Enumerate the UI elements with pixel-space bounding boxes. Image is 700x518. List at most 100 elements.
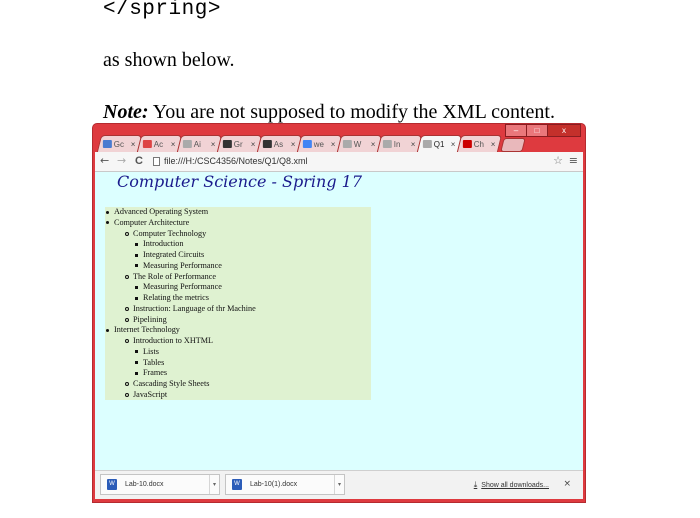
list-item-text: Lists	[143, 346, 159, 356]
browser-toolbar: ← → C file:///H:/CSC4356/Notes/Q1/Q8.xml…	[95, 152, 583, 172]
bullet-icon	[135, 350, 138, 354]
browser-tab[interactable]: Gr ×	[216, 135, 263, 152]
browser-tab[interactable]: Q1 ×	[416, 135, 463, 152]
back-button[interactable]: ←	[100, 154, 109, 168]
list-item-text: Computer Architecture	[114, 217, 190, 227]
browser-tab[interactable]: Ai ×	[176, 135, 223, 152]
address-bar[interactable]: file:///H:/CSC4356/Notes/Q1/Q8.xml	[153, 154, 568, 168]
close-tab-icon[interactable]: ×	[331, 140, 336, 149]
list-item-text: Tables	[143, 357, 165, 367]
close-tab-icon[interactable]: ×	[171, 140, 176, 149]
word-icon: W	[107, 479, 117, 490]
document-note: Note: You are not supposed to modify the…	[103, 101, 555, 124]
bullet-icon	[125, 274, 129, 279]
browser-tab[interactable]: Gc ×	[96, 135, 143, 152]
reload-button[interactable]: C	[135, 154, 143, 168]
download-item[interactable]: W Lab-10.docx ▾	[100, 474, 220, 495]
chevron-down-icon[interactable]: ▾	[209, 475, 219, 494]
list-item-text: Pipelining	[133, 314, 167, 324]
list-item: Cascading Style Sheets	[105, 379, 371, 390]
bullet-icon	[125, 382, 129, 386]
list-item-text: Introduction	[143, 239, 184, 249]
blackboard-icon	[262, 140, 272, 148]
bullet-icon	[106, 221, 109, 225]
list-item-text: Advanced Operating System	[114, 207, 209, 216]
new-tab-button[interactable]	[500, 138, 526, 152]
download-icon: ⤓	[473, 480, 478, 489]
tab-label: Q1	[433, 139, 445, 149]
mail-icon	[142, 140, 152, 148]
browser-tab[interactable]: In ×	[376, 135, 423, 152]
list-item-text: The Role of Performance	[133, 271, 216, 281]
document-text-line: as shown below.	[103, 49, 235, 71]
list-item: Frames	[105, 368, 371, 379]
page-icon	[382, 140, 392, 148]
bullet-icon	[125, 231, 129, 236]
browser-tab[interactable]: As ×	[256, 135, 303, 152]
browser-tab[interactable]: we ×	[296, 135, 343, 152]
list-item-text: Introduction to XHTML	[133, 336, 214, 345]
list-item-text: JavaScript	[133, 389, 168, 399]
tab-label: Ai	[193, 139, 202, 149]
browser-tab[interactable]: Ch ×	[456, 135, 503, 152]
tab-label: Gr	[233, 139, 243, 149]
download-item[interactable]: W Lab-10(1).docx ▾	[225, 474, 345, 495]
tab-label: W	[353, 139, 362, 149]
bullet-icon	[125, 392, 129, 397]
browser-window: – □ x Gc × Ac × Ai × Gr × As × we × W × In × Q1 × Ch × ← → …	[93, 124, 585, 502]
bullet-icon	[135, 264, 138, 268]
list-item-text: Frames	[143, 368, 168, 378]
close-tab-icon[interactable]: ×	[491, 140, 496, 149]
bullet-icon	[135, 253, 138, 257]
docs-icon	[102, 140, 112, 148]
blackboard-icon	[222, 140, 232, 148]
note-text: You are not supposed to modify the XML c…	[148, 101, 555, 123]
maximize-button[interactable]: □	[526, 124, 548, 137]
bookmark-star-icon[interactable]: ☆	[553, 154, 563, 168]
list-item: Internet Technology	[105, 325, 371, 336]
list-item: Pipelining	[105, 315, 371, 326]
minimize-button[interactable]: –	[505, 124, 527, 137]
close-tab-icon[interactable]: ×	[131, 140, 136, 149]
close-tab-icon[interactable]: ×	[291, 140, 296, 149]
document-code-line: </spring>	[103, 0, 221, 21]
list-item: Advanced Operating System	[105, 207, 371, 218]
list-item: The Role of Performance	[105, 272, 371, 283]
page-icon	[182, 140, 192, 148]
list-item: Computer Architecture	[105, 218, 371, 229]
bullet-icon	[106, 328, 109, 332]
forward-button[interactable]: →	[117, 154, 126, 168]
chevron-down-icon[interactable]: ▾	[334, 475, 344, 494]
show-all-downloads-link[interactable]: ⤓ Show all downloads...	[474, 480, 549, 490]
close-tab-icon[interactable]: ×	[411, 140, 416, 149]
menu-icon[interactable]: ≡	[569, 154, 578, 168]
bullet-icon	[135, 296, 138, 300]
close-tab-icon[interactable]: ×	[251, 140, 256, 149]
tab-strip: – □ x Gc × Ac × Ai × Gr × As × we × W × In × Q1 × Ch ×	[93, 124, 585, 152]
list-item-text: Measuring Performance	[143, 260, 222, 270]
close-window-button[interactable]: x	[547, 124, 581, 137]
bullet-icon	[106, 210, 109, 214]
bullet-icon	[125, 339, 129, 343]
close-download-bar-icon[interactable]: ×	[563, 479, 571, 489]
close-tab-icon[interactable]: ×	[211, 140, 216, 149]
list-item: Instruction: Language of thr Machine	[105, 304, 371, 315]
bullet-icon	[125, 317, 129, 322]
page-viewport: Computer Science - Spring 17 Advanced Op…	[95, 172, 583, 472]
list-item: JavaScript	[105, 390, 371, 401]
tab-label: we	[313, 139, 325, 149]
list-item: Computer Technology	[105, 229, 371, 240]
close-tab-icon[interactable]: ×	[451, 140, 456, 149]
download-filename: Lab-10(1).docx	[250, 481, 298, 488]
cnn-icon	[462, 140, 472, 148]
list-item-text: Cascading Style Sheets	[133, 379, 210, 388]
list-item-text: Relating the metrics	[143, 293, 209, 302]
url-text: file:///H:/CSC4356/Notes/Q1/Q8.xml	[164, 156, 308, 166]
google-icon	[302, 140, 312, 148]
list-item-text: Measuring Performance	[143, 282, 222, 292]
close-tab-icon[interactable]: ×	[371, 140, 376, 149]
list-item: Integrated Circuits	[105, 250, 371, 261]
browser-tab[interactable]: W ×	[336, 135, 383, 152]
browser-tab[interactable]: Ac ×	[136, 135, 183, 152]
bullet-icon	[135, 371, 138, 375]
